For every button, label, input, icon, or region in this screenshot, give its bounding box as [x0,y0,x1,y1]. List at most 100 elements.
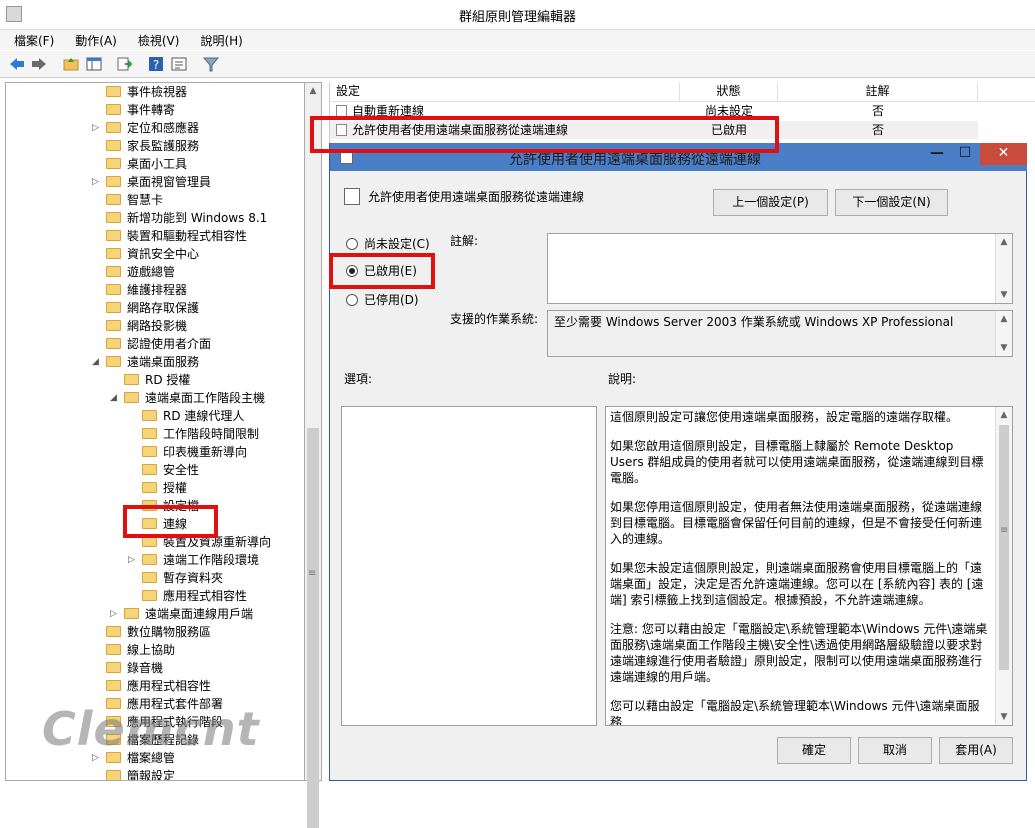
collapse-arrow-icon[interactable]: ◢ [92,353,102,371]
help-paragraph: 這個原則設定可讓您使用遠端桌面服務，設定電腦的遠端存取權。 [610,410,959,424]
close-icon[interactable]: ✕ [980,143,1027,165]
tree-node[interactable]: ▷ 桌面視窗管理員 [92,173,211,191]
tree-node[interactable]: 應用程式相容性 [106,677,211,695]
tree-node[interactable]: 應用程式相容性 [142,587,247,605]
tree-node[interactable]: 錄音機 [106,659,163,677]
back-icon[interactable] [8,55,26,73]
scroll-up-icon[interactable]: ▲ [996,407,1012,423]
toolbar: ? [0,51,1035,78]
column-comment[interactable]: 註解 [778,82,978,102]
column-state[interactable]: 狀態 [680,82,778,102]
tree-node[interactable]: 認證使用者介面 [106,335,211,353]
tree-node[interactable]: ◢ 遠端桌面工作階段主機 [110,389,265,407]
scroll-down-icon[interactable]: ▼ [996,287,1012,303]
tree-node[interactable]: 維護排程器 [106,281,187,299]
radio-disabled[interactable]: 已停用(D) [346,293,419,307]
help-paragraph: 如果您啟用這個原則設定，目標電腦上隸屬於 Remote Desktop User… [610,439,984,485]
menu-help[interactable]: 說明(H) [186,30,249,49]
tree-node[interactable]: 線上協助 [106,641,175,659]
folder-icon [106,212,121,223]
tree-node-label: 簡報設定 [127,769,176,781]
help-paragraph: 如果您未設定這個原則設定，則遠端桌面服務會使用目標電腦上的「遠端桌面」設定，決定… [610,561,984,607]
scroll-down-icon[interactable]: ▼ [996,340,1012,356]
tree-node[interactable]: 印表機重新導向 [142,443,247,461]
ok-button[interactable]: 確定 [777,737,851,764]
tree-node[interactable]: 網路存取保護 [106,299,199,317]
tree-node[interactable]: 新增功能到 Windows 8.1 [106,209,267,227]
scroll-up-icon[interactable]: ▲ [996,234,1012,250]
expand-arrow-icon[interactable]: ▷ [92,119,102,137]
tree-node[interactable]: 安全性 [142,461,199,479]
cancel-button[interactable]: 取消 [858,737,932,764]
maximize-icon[interactable]: ☐ [952,143,978,165]
tree-node[interactable]: RD 連線代理人 [142,407,244,425]
scroll-thumb[interactable] [307,428,319,828]
tree-node[interactable]: 事件轉寄 [106,101,175,119]
tree-node[interactable]: 簡報設定 [106,767,176,781]
tree-node[interactable]: 遊戲總管 [106,263,175,281]
scroll-grip-icon: ≡ [1000,525,1009,536]
column-setting[interactable]: 設定 [330,82,680,102]
folder-icon [142,464,157,475]
tree-scrollbar[interactable]: ▲ ≡ [305,82,322,828]
tree-node-label: 事件檢視器 [127,85,188,99]
comment-label: 註解: [450,234,479,248]
help-scrollbar[interactable]: ▲ ≡ ▼ [995,407,1012,725]
folder-icon [142,446,157,457]
tree-node[interactable]: ◢ 遠端桌面服務 [92,353,199,371]
scroll-up-icon[interactable]: ▲ [305,83,321,99]
tree-node-label: 遊戲總管 [127,265,176,279]
tree-node[interactable]: 裝置和驅動程式相容性 [106,227,247,245]
tree-node-label: 遠端工作階段環境 [163,553,260,567]
policy-tree[interactable]: 事件檢視器事件轉寄 ▷ 定位和感應器 家長監護服務桌面小工具 ▷ 桌面視窗管理員 智慧卡 新增… [5,82,305,781]
supported-field: 至少需要 Windows Server 2003 作業系統或 Windows X… [547,310,1013,357]
expand-arrow-icon[interactable]: ▷ [92,173,102,191]
properties-icon[interactable] [170,55,188,73]
expand-arrow-icon[interactable]: ▷ [110,605,120,623]
scroll-down-icon[interactable]: ▼ [996,709,1012,725]
tree-node[interactable]: 智慧卡 [106,191,163,209]
tree-node[interactable]: 工作階段時間限制 [142,425,259,443]
apply-button[interactable]: 套用(A) [939,737,1013,764]
tree-node[interactable]: 數位購物服務區 [106,623,211,641]
options-label: 選項: [344,372,373,386]
supported-scrollbar[interactable]: ▲ ▼ [995,311,1012,356]
previous-setting-button[interactable]: 上一個設定(P) [713,189,828,216]
filter-icon[interactable] [202,55,220,73]
tree-node[interactable]: 事件檢視器 [106,83,187,101]
tree-node[interactable]: ▷ 定位和感應器 [92,119,199,137]
tree-node[interactable]: 桌面小工具 [106,155,187,173]
comment-scrollbar[interactable]: ▲ ▼ [995,234,1012,303]
export-list-icon[interactable] [115,55,133,73]
scroll-up-icon[interactable]: ▲ [996,311,1012,327]
tree-node[interactable]: ▷ 遠端工作階段環境 [128,551,260,569]
tree-node-label: 應用程式相容性 [127,679,212,693]
collapse-arrow-icon[interactable]: ◢ [110,389,120,407]
menu-action[interactable]: 動作(A) [61,30,124,49]
tree-node-label: 線上協助 [127,643,176,657]
tree-node[interactable]: 資訊安全中心 [106,245,199,263]
minimize-icon[interactable]: — [924,143,950,165]
scroll-thumb[interactable] [999,425,1009,670]
tree-node[interactable]: 暫存資料夾 [142,569,223,587]
tree-node[interactable]: RD 授權 [124,371,190,389]
tree-node-label: 桌面小工具 [127,157,188,171]
column-filler [978,82,1035,102]
up-folder-icon[interactable] [62,55,80,73]
row-comment: 否 [872,123,885,137]
radio-not-configured[interactable]: 尚未設定(C) [346,237,430,251]
expand-arrow-icon[interactable]: ▷ [128,551,138,569]
menu-file[interactable]: 檔案(F) [0,30,61,49]
tree-node[interactable]: 授權 [142,479,187,497]
tree-node[interactable]: 網路投影機 [106,317,187,335]
forward-icon[interactable] [30,55,48,73]
next-setting-button[interactable]: 下一個設定(N) [835,189,948,216]
tree-node[interactable]: ▷ 遠端桌面連線用戶端 [110,605,253,623]
tree-node-label: 網路投影機 [127,319,188,333]
menu-view[interactable]: 檢視(V) [124,30,187,49]
help-icon[interactable]: ? [147,55,165,73]
show-hide-tree-icon[interactable] [85,55,103,73]
tree-node-label: 工作階段時間限制 [163,427,260,441]
comment-field[interactable]: ▲ ▼ [547,233,1013,304]
tree-node[interactable]: 家長監護服務 [106,137,199,155]
